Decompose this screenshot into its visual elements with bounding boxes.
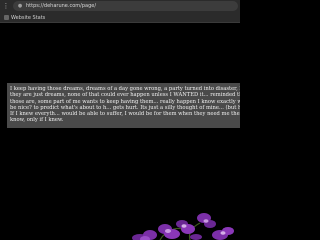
address-bar[interactable]: ● https://deharune.com/page/ <box>13 1 238 11</box>
bookmark-favicon-icon <box>4 15 9 20</box>
bookmarks-bar: Website Stats <box>0 13 240 22</box>
url-text[interactable]: https://deharune.com/page/ <box>26 3 96 9</box>
text-box: I keep having those dreams, dreams of a … <box>7 83 240 128</box>
address-row: ⋮ ● https://deharune.com/page/ <box>0 0 240 12</box>
browser-toolbar: ⋮ ● https://deharune.com/page/ Website S… <box>0 0 240 23</box>
bookmark-website-stats[interactable]: Website Stats <box>4 14 45 22</box>
orchid-flower-image <box>132 213 234 240</box>
bookmark-label: Website Stats <box>11 14 46 21</box>
lock-icon[interactable]: ● <box>17 3 23 9</box>
story-paragraph: I keep having those dreams, dreams of a … <box>10 86 240 124</box>
page-content: I keep having those dreams, dreams of a … <box>0 23 240 240</box>
menu-dots-icon[interactable]: ⋮ <box>2 2 10 10</box>
